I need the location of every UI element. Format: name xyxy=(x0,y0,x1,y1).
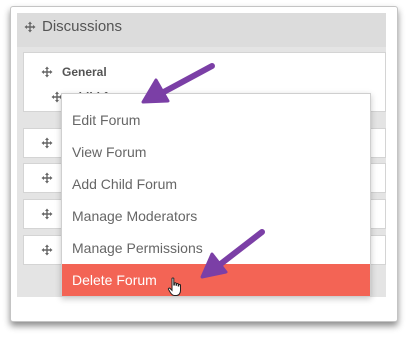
hand-cursor-icon xyxy=(167,277,181,296)
page-title: Discussions xyxy=(42,18,123,35)
move-icon[interactable] xyxy=(41,66,53,78)
forum-parent-label[interactable]: General xyxy=(62,64,107,80)
move-icon[interactable] xyxy=(41,244,53,256)
move-icon[interactable] xyxy=(41,137,53,149)
arrow-icon xyxy=(200,229,265,279)
menu-item-add-child-forum[interactable]: Add Child Forum xyxy=(62,168,370,200)
menu-item-view-forum[interactable]: View Forum xyxy=(62,136,370,168)
move-icon[interactable] xyxy=(41,208,53,220)
move-icon[interactable] xyxy=(24,21,36,33)
arrow-icon xyxy=(141,63,215,104)
move-icon[interactable] xyxy=(41,172,53,184)
